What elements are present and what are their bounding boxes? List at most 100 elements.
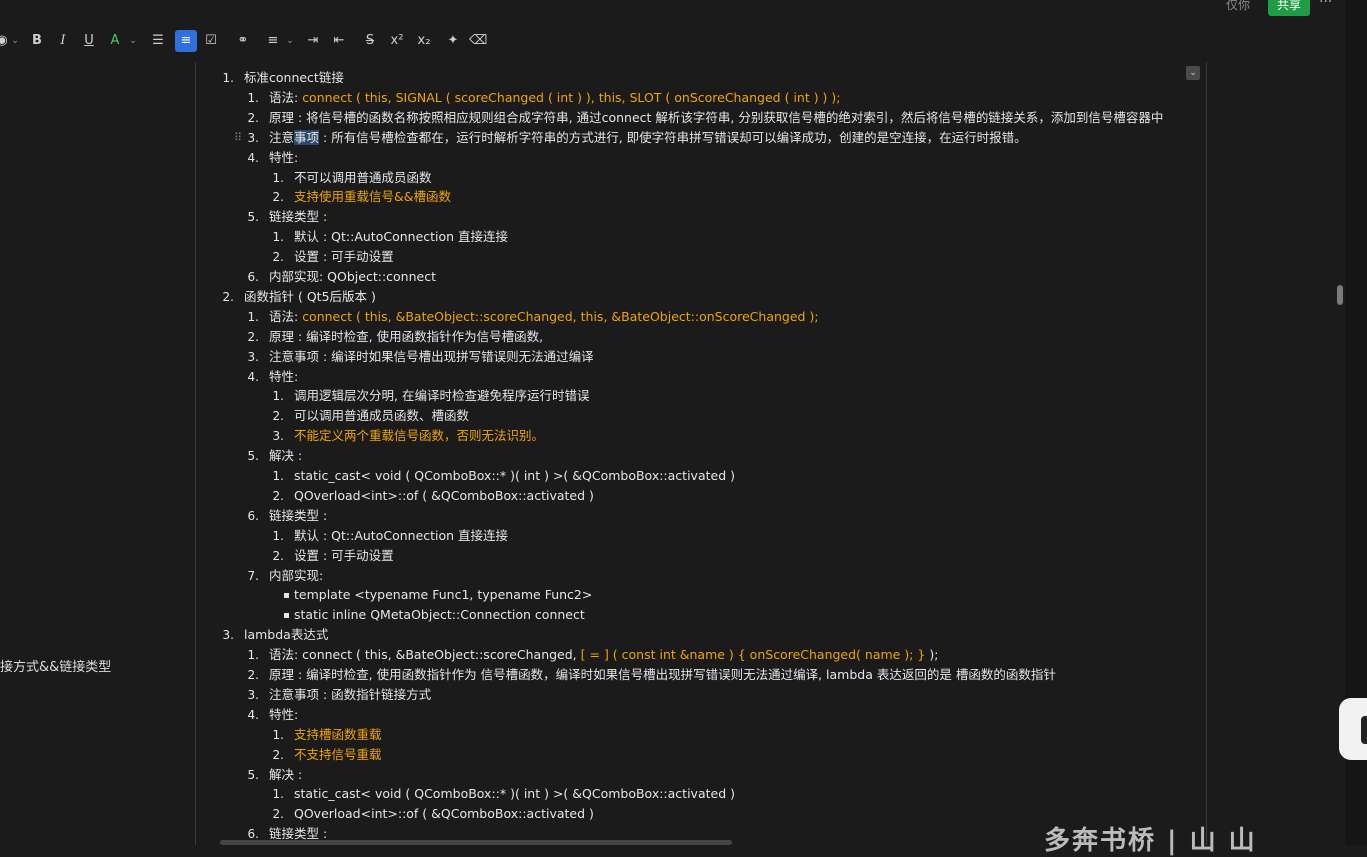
- line-text: 语法: connect ( this, &BateObject::scoreCh…: [269, 645, 938, 665]
- line-content: QOverload<int>::of ( &QComboBox::activat…: [294, 806, 594, 822]
- line-content: 链接类型 :: [269, 209, 328, 225]
- line-text: 链接类型 :: [269, 506, 327, 526]
- line-text: 注意事项 : 函数指针链接方式: [269, 685, 431, 705]
- bold-icon[interactable]: B: [28, 31, 46, 51]
- collaborator-label: 仅你: [1226, 0, 1251, 12]
- document-line[interactable]: 5. 链接类型 :: [196, 207, 1196, 227]
- document-line[interactable]: 3. lambda表达式: [196, 625, 1196, 645]
- line-text: 函数指针 ( Qt5后版本 ): [244, 287, 376, 307]
- document-line[interactable]: 1. 默认 : Qt::AutoConnection 直接连接: [196, 227, 1196, 247]
- line-content: 可以调用普通成员函数、槽函数: [294, 408, 470, 424]
- document-line[interactable]: 1. 语法: connect ( this, SIGNAL ( scoreChan…: [196, 88, 1196, 108]
- document-line[interactable]: 6. 链接类型 :: [196, 506, 1196, 526]
- document-line[interactable]: 2. 原理 : 编译时检查, 使用函数指针作为 信号槽函数，编译时如果信号槽出现拼…: [196, 665, 1196, 685]
- line-text: 语法: connect ( this, SIGNAL ( scoreChange…: [269, 88, 841, 108]
- italic-icon[interactable]: I: [54, 31, 72, 51]
- outdent-icon[interactable]: ⇤: [330, 31, 348, 51]
- document-line[interactable]: 2. 设置 : 可手动设置: [196, 546, 1196, 566]
- list-number: 1.: [272, 230, 284, 245]
- document-line[interactable]: static inline QMetaObject::Connection co…: [196, 605, 1196, 625]
- list-number: 5.: [247, 767, 259, 782]
- document-line[interactable]: 2. 不支持信号重载: [196, 745, 1196, 765]
- document-line[interactable]: 7. 内部实现:: [196, 566, 1196, 586]
- scrollbar-thumb[interactable]: [1337, 285, 1343, 305]
- document-line[interactable]: 3. 不能定义两个重载信号函数，否则无法识别。: [196, 426, 1196, 446]
- strikethrough-icon[interactable]: S: [361, 31, 379, 51]
- line-content: 内部实现: QObject::connect: [269, 269, 436, 284]
- chevron-down-icon[interactable]: ⌄: [10, 31, 20, 51]
- document-line[interactable]: 4. 特性:: [196, 705, 1196, 725]
- document-body[interactable]: ⌄ 1. 标准connect链接 1. 语法: connect ( this, SIG…: [196, 62, 1206, 845]
- align-icon[interactable]: ≡: [264, 31, 282, 51]
- numbered-list-icon[interactable]: ≡: [175, 30, 197, 52]
- clear-format-icon[interactable]: ⌫: [469, 31, 487, 51]
- document-line[interactable]: 1. 调用逻辑层次分明, 在编译时检查避免程序运行时错误: [196, 386, 1196, 406]
- document-line[interactable]: 3. 注意事项 : 函数指针链接方式: [196, 685, 1196, 705]
- outline-item[interactable]: 接方式&&链接类型: [0, 656, 111, 675]
- checklist-icon[interactable]: ☑: [201, 31, 221, 51]
- document-line[interactable]: 1. 不可以调用普通成员函数: [196, 168, 1196, 188]
- document-line[interactable]: 5. 解决 :: [196, 765, 1196, 785]
- document-line[interactable]: 5. 解决 :: [196, 446, 1196, 466]
- list-number: 2.: [272, 548, 284, 563]
- link-icon[interactable]: ⚭: [233, 31, 253, 51]
- document-line[interactable]: 2. 支持使用重载信号&&槽函数: [196, 187, 1196, 207]
- magic-wand-icon[interactable]: ✦: [444, 31, 462, 51]
- document-line[interactable]: 3. 注意事项 : 编译时如果信号槽出现拼写错误则无法通过编译: [196, 347, 1196, 367]
- line-text: 不支持信号重载: [294, 745, 382, 765]
- document-line[interactable]: 3. 注意事项 : 所有信号槽检查都在，运行时解析字符串的方式进行, 即使字符串拼…: [196, 128, 1196, 148]
- font-color-icon[interactable]: A: [106, 31, 124, 51]
- document-line[interactable]: 1. 语法: connect ( this, &BateObject::score…: [196, 307, 1196, 327]
- list-number: 6.: [247, 508, 259, 523]
- document-line[interactable]: 2. 原理 : 编译时检查, 使用函数指针作为信号槽函数,: [196, 327, 1196, 347]
- document-line[interactable]: template <typename Func1, typename Func2…: [196, 585, 1196, 605]
- list-number: 1.: [247, 90, 259, 105]
- document-line[interactable]: 2. 设置 : 可手动设置: [196, 247, 1196, 267]
- line-text: 支持使用重载信号&&槽函数: [294, 187, 451, 207]
- line-content: template <typename Func1, typename Func2…: [294, 587, 593, 603]
- line-content: 链接类型 :: [269, 507, 328, 523]
- line-text: 不可以调用普通成员函数: [294, 168, 432, 188]
- line-content: 默认 : Qt::AutoConnection 直接连接: [294, 229, 509, 245]
- document-line[interactable]: 1. static_cast< void ( QComboBox::* )( in…: [196, 466, 1196, 486]
- line-content: [ = ] ( const int &name ) { onScoreChang…: [580, 647, 930, 663]
- line-content: 注意事项 : 函数指针链接方式: [269, 686, 432, 702]
- line-content: 不支持信号重载: [294, 746, 382, 762]
- more-options-button[interactable]: ···: [1319, 0, 1332, 10]
- document-line[interactable]: 1. 标准connect链接: [196, 68, 1196, 88]
- indent-icon[interactable]: ⇥: [304, 31, 322, 51]
- line-content: 原理 : 编译时检查, 使用函数指针作为信号槽函数,: [269, 328, 544, 344]
- chevron-down-icon[interactable]: ⌄: [128, 31, 138, 51]
- document-line[interactable]: 6. 内部实现: QObject::connect: [196, 267, 1196, 287]
- floating-assistant-icon[interactable]: [1339, 698, 1367, 760]
- document-right-border: [1206, 62, 1207, 845]
- underline-icon[interactable]: U: [80, 31, 98, 51]
- document-line[interactable]: 1. 语法: connect ( this, &BateObject::score…: [196, 645, 1196, 665]
- drag-handle-icon[interactable]: ⠿: [234, 128, 242, 148]
- bullet-list-icon[interactable]: ☰: [148, 31, 168, 51]
- bullet-marker: [284, 593, 289, 599]
- chevron-down-icon[interactable]: ⌄: [285, 31, 295, 51]
- document-line[interactable]: 2. 函数指针 ( Qt5后版本 ): [196, 287, 1196, 307]
- document-line[interactable]: 1. 默认 : Qt::AutoConnection 直接连接: [196, 526, 1196, 546]
- line-content: : 所有信号槽检查都在，运行时解析字符串的方式进行, 即使字符串拼写错误却可以编…: [319, 129, 1027, 145]
- document-line[interactable]: 2. QOverload<int>::of ( &QComboBox::activ…: [196, 486, 1196, 506]
- document-line[interactable]: 1. 支持槽函数重载: [196, 725, 1196, 745]
- line-content: 调用逻辑层次分明, 在编译时检查避免程序运行时错误: [294, 388, 590, 404]
- color-circle-icon[interactable]: ◉: [0, 31, 8, 51]
- list-number: 3.: [247, 687, 259, 702]
- line-content: 链接类型 :: [269, 826, 328, 842]
- share-button[interactable]: 共享: [1268, 0, 1310, 16]
- line-text: static inline QMetaObject::Connection co…: [294, 605, 585, 625]
- subscript-icon[interactable]: x₂: [414, 31, 434, 51]
- document-line[interactable]: 1. static_cast< void ( QComboBox::* )( in…: [196, 784, 1196, 804]
- line-content: 内部实现:: [269, 567, 324, 583]
- line-content: 设置 : 可手动设置: [294, 249, 394, 265]
- document-line[interactable]: 4. 特性:: [196, 148, 1196, 168]
- list-number: 5.: [247, 449, 259, 464]
- superscript-icon[interactable]: x²: [387, 31, 407, 51]
- document-line[interactable]: 2. 原理 : 将信号槽的函数名称按照相应规则组合成字符串, 通过connect …: [196, 108, 1196, 128]
- horizontal-scrollbar[interactable]: [220, 840, 732, 845]
- document-line[interactable]: 2. 可以调用普通成员函数、槽函数: [196, 406, 1196, 426]
- document-line[interactable]: 4. 特性:: [196, 367, 1196, 387]
